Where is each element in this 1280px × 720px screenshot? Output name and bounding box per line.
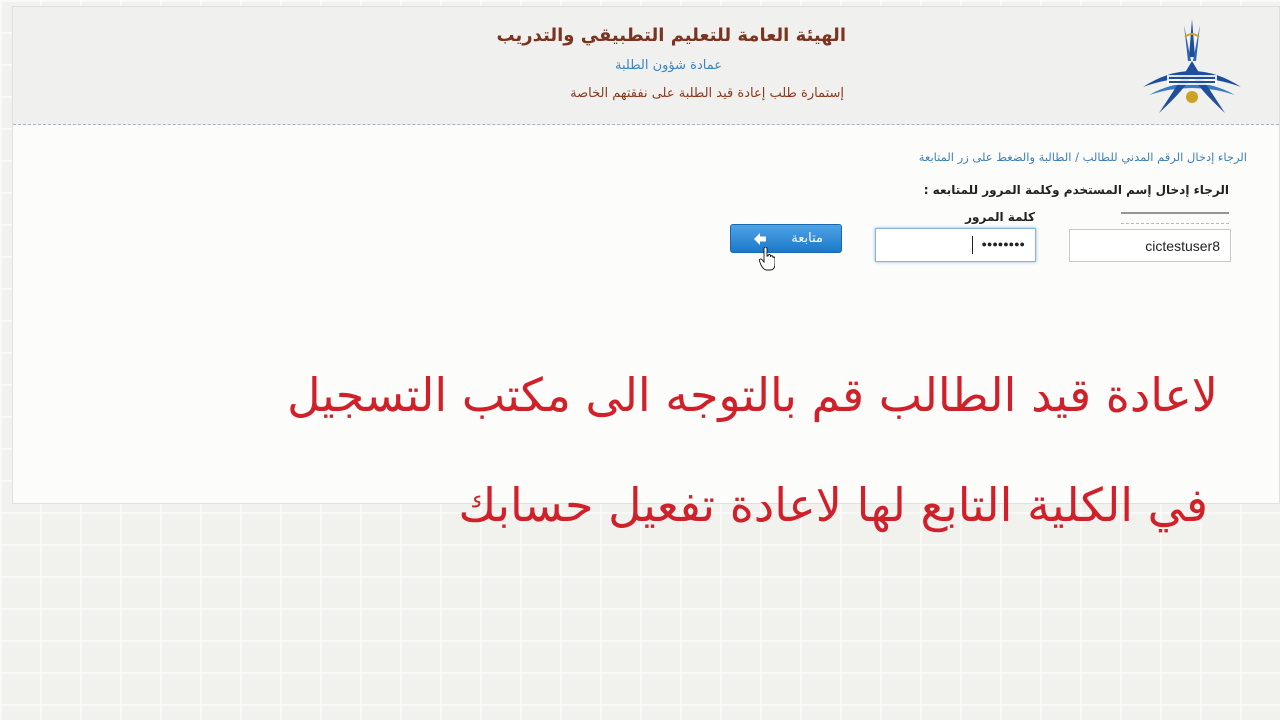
deanship-subtitle: عمادة شؤون الطلبة xyxy=(615,58,722,73)
overlay-message-line-2: في الكلية التابع لها لاعادة تفعيل حسابك xyxy=(458,478,1208,532)
form-title: إستمارة طلب إعادة قيد الطلبة على نفقتهم … xyxy=(570,86,844,101)
paaet-logo-icon xyxy=(1143,19,1241,113)
overlay-message-line-1: لاعادة قيد الطالب قم بالتوجه الى مكتب ال… xyxy=(287,368,1218,422)
username-label xyxy=(1121,212,1229,224)
continue-button-label: متابعة xyxy=(791,231,823,246)
institution-title: الهيئة العامة للتعليم التطبيقي والتدريب xyxy=(496,25,846,46)
credentials-instruction: الرجاء إدخال إسم المستخدم وكلمة المرور ل… xyxy=(923,183,1229,197)
password-input[interactable]: ●●●●●●●● xyxy=(875,228,1036,262)
hand-pointer-icon xyxy=(759,247,775,271)
text-caret xyxy=(972,236,973,254)
registration-page-card: الهيئة العامة للتعليم التطبيقي والتدريب … xyxy=(12,6,1280,504)
username-input[interactable]: cictestuser8 xyxy=(1069,229,1231,262)
continue-button[interactable]: متابعة xyxy=(730,224,842,253)
password-mask: ●●●●●●●● xyxy=(981,239,1026,249)
arrow-left-icon xyxy=(754,233,766,245)
page-header: الهيئة العامة للتعليم التطبيقي والتدريب … xyxy=(13,7,1279,125)
password-label: كلمة المرور xyxy=(965,210,1035,224)
civil-id-instruction: الرجاء إدخال الرقم المدني للطالب / الطال… xyxy=(918,150,1247,164)
